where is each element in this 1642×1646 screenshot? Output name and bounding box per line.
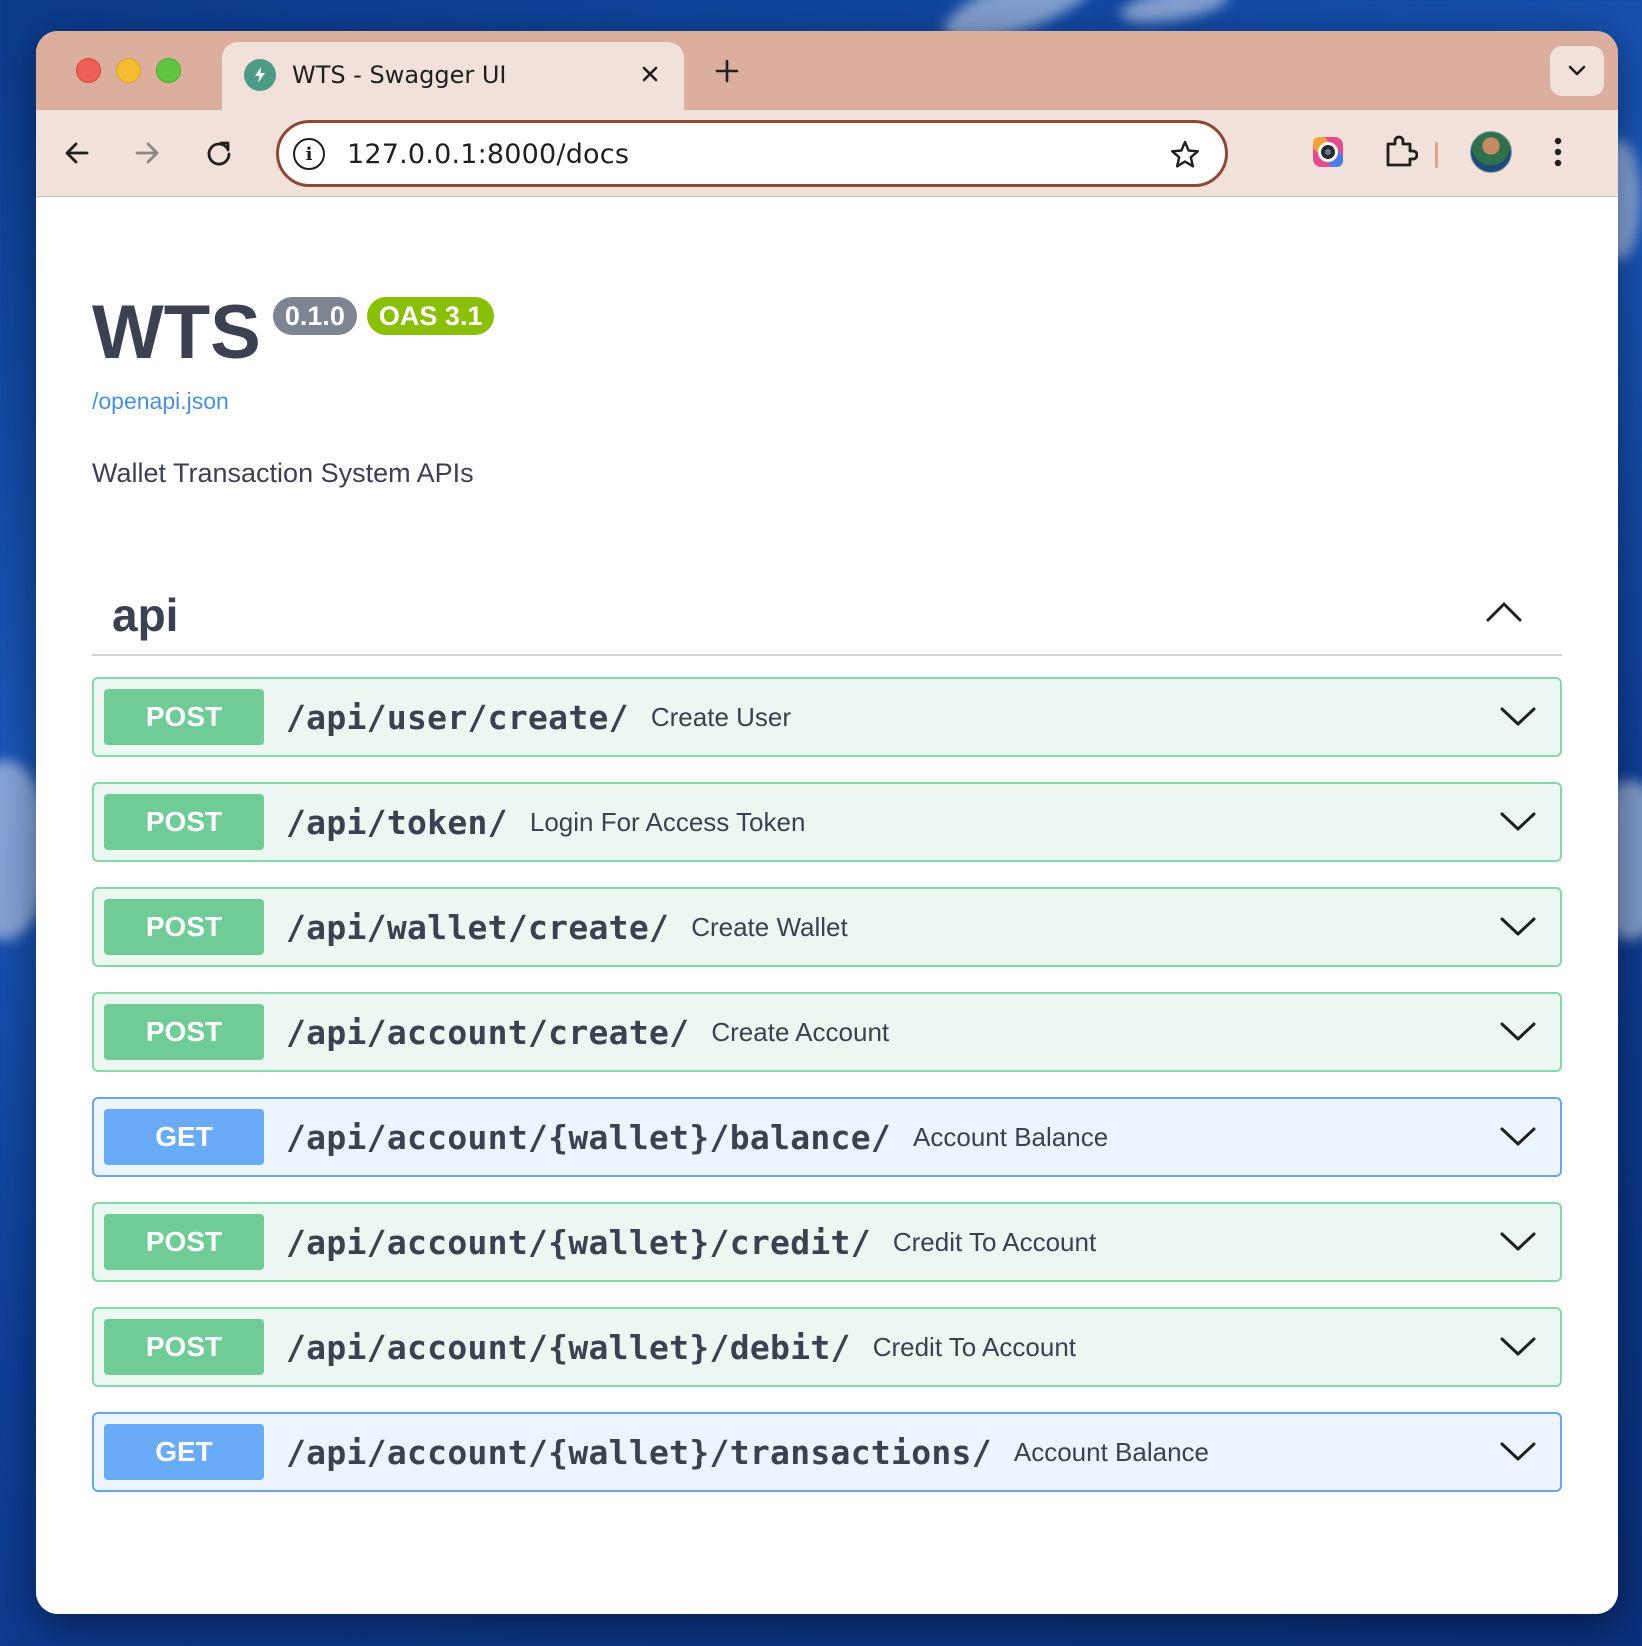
operation-row[interactable]: POST/api/wallet/create/Create Wallet (92, 887, 1562, 967)
operation-summary: Credit To Account (892, 1226, 1097, 1257)
swagger-ui-page: WTS 0.1.0 OAS 3.1 /openapi.json Wallet T… (36, 198, 1618, 1614)
url-text[interactable]: 127.0.0.1:8000/docs (347, 139, 629, 170)
operation-summary: Login For Access Token (529, 806, 806, 837)
chevron-down-icon[interactable] (1496, 1012, 1540, 1052)
operation-row[interactable]: POST/api/user/create/Create User (92, 677, 1562, 757)
chevron-down-icon[interactable] (1496, 1432, 1540, 1472)
http-method-badge: POST (104, 899, 264, 955)
operation-path: /api/account/{wallet}/credit/ (286, 1222, 871, 1262)
minimize-window-button[interactable] (116, 58, 141, 83)
openapi-spec-link[interactable]: /openapi.json (92, 388, 229, 415)
api-title: WTS (92, 290, 261, 375)
browser-toolbar: i 127.0.0.1:8000/docs (36, 110, 1618, 197)
operation-path: /api/wallet/create/ (286, 907, 670, 947)
extension-camera-icon[interactable] (1306, 130, 1350, 174)
browser-window: WTS - Swagger UI i 127.0.0.1:8000/docs W… (36, 31, 1618, 1614)
operation-summary: Account Balance (1013, 1436, 1210, 1467)
operation-summary: Create Account (711, 1016, 890, 1047)
operation-row[interactable]: GET/api/account/{wallet}/transactions/Ac… (92, 1412, 1562, 1492)
http-method-badge: POST (104, 1214, 264, 1270)
chevron-down-icon[interactable] (1496, 907, 1540, 947)
swagger-favicon-icon (244, 59, 276, 91)
tab-strip: WTS - Swagger UI (36, 31, 1618, 112)
bookmark-star-icon[interactable] (1167, 137, 1203, 173)
extensions-puzzle-icon[interactable] (1378, 130, 1422, 174)
close-window-button[interactable] (76, 58, 101, 83)
operation-path: /api/account/{wallet}/debit/ (286, 1327, 851, 1367)
tab-title: WTS - Swagger UI (292, 61, 507, 89)
operation-path: /api/account/{wallet}/transactions/ (286, 1432, 992, 1472)
operation-summary: Create User (650, 701, 792, 732)
wallpaper-cloud (1118, 0, 1232, 30)
reload-icon[interactable] (198, 132, 240, 174)
chevron-down-icon[interactable] (1496, 1327, 1540, 1367)
kebab-menu-icon[interactable] (1536, 130, 1580, 174)
operation-summary: Account Balance (913, 1121, 1109, 1152)
operation-row[interactable]: POST/api/account/{wallet}/credit/Credit … (92, 1202, 1562, 1282)
operation-path: /api/account/create/ (286, 1012, 690, 1052)
operation-summary: Create Wallet (691, 911, 848, 942)
chevron-up-icon[interactable] (1482, 592, 1526, 632)
new-tab-plus-icon[interactable] (708, 52, 746, 90)
operation-path: /api/user/create/ (286, 697, 629, 737)
browser-tab-active[interactable]: WTS - Swagger UI (222, 42, 684, 112)
operation-row[interactable]: POST/api/token/Login For Access Token (92, 782, 1562, 862)
address-bar[interactable]: i 127.0.0.1:8000/docs (276, 120, 1228, 187)
chevron-down-icon[interactable] (1496, 802, 1540, 842)
tag-section-header[interactable]: api (92, 576, 1562, 656)
operation-path: /api/account/{wallet}/balance/ (286, 1117, 892, 1157)
api-info-header: WTS 0.1.0 OAS 3.1 (92, 290, 495, 375)
http-method-badge: POST (104, 794, 264, 850)
back-arrow-icon[interactable] (56, 132, 98, 174)
forward-arrow-icon[interactable] (126, 132, 168, 174)
chevron-down-icon[interactable] (1496, 697, 1540, 737)
operation-row[interactable]: GET/api/account/{wallet}/balance/Account… (92, 1097, 1562, 1177)
operation-summary: Credit To Account (872, 1331, 1077, 1362)
api-description: Wallet Transaction System APIs (92, 458, 474, 488)
chevron-down-icon[interactable] (1496, 1117, 1540, 1157)
http-method-badge: GET (104, 1424, 264, 1480)
maximize-window-button[interactable] (156, 58, 181, 83)
operation-row[interactable]: POST/api/account/create/Create Account (92, 992, 1562, 1072)
http-method-badge: POST (104, 689, 264, 745)
operation-row[interactable]: POST/api/account/{wallet}/debit/Credit T… (92, 1307, 1562, 1387)
version-badge: 0.1.0 (272, 297, 357, 335)
tag-name: api (112, 589, 179, 641)
oas-version-badge: OAS 3.1 (366, 297, 495, 335)
tab-search-chevron-down-icon[interactable] (1550, 46, 1604, 96)
http-method-badge: POST (104, 1004, 264, 1060)
site-info-icon[interactable]: i (293, 138, 325, 170)
operation-path: /api/token/ (286, 802, 508, 842)
toolbar-divider (1435, 142, 1438, 168)
chevron-down-icon[interactable] (1496, 1222, 1540, 1262)
http-method-badge: GET (104, 1109, 264, 1165)
http-method-badge: POST (104, 1319, 264, 1375)
profile-avatar[interactable] (1470, 131, 1512, 173)
close-tab-icon[interactable] (632, 56, 668, 92)
